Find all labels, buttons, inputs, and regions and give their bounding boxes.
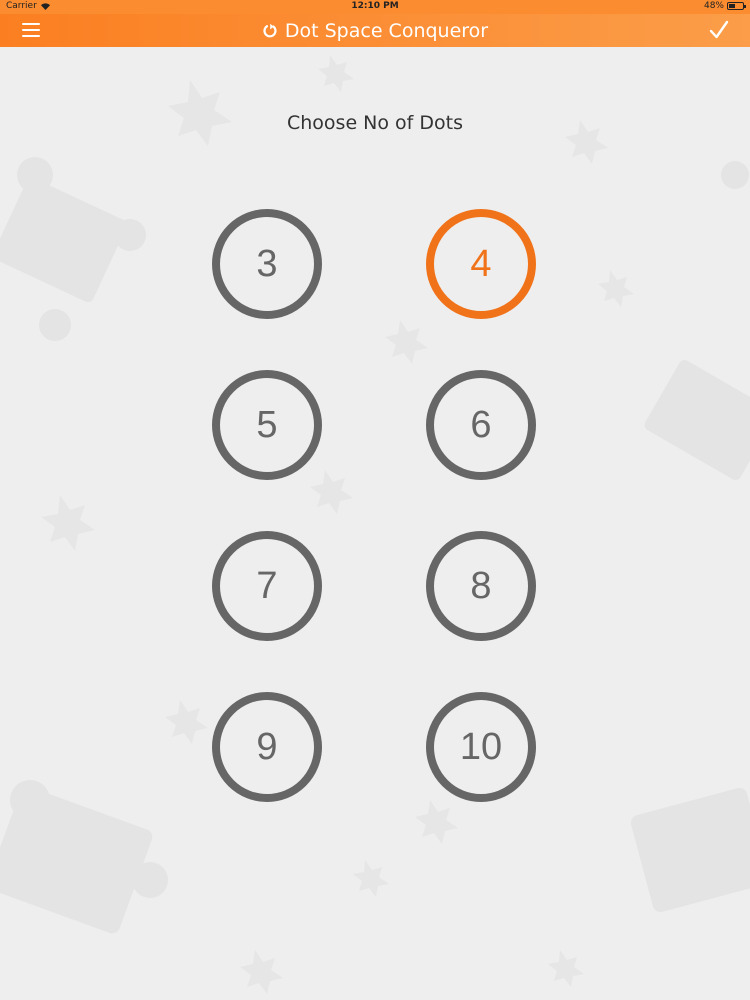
battery-info: 48% xyxy=(703,1,746,11)
dot-option-9[interactable]: 9 xyxy=(212,692,322,802)
status-bar: Carrier 12:10 PM 48% xyxy=(0,0,750,14)
app-title: Dot Space Conqueror xyxy=(0,14,750,47)
app-title-text: Dot Space Conqueror xyxy=(284,19,489,42)
battery-icon xyxy=(727,2,746,10)
dot-option-10[interactable]: 10 xyxy=(426,692,536,802)
status-time: 12:10 PM xyxy=(351,1,399,11)
dot-option-3[interactable]: 3 xyxy=(212,209,322,319)
battery-percent: 48% xyxy=(703,1,724,11)
dot-option-7[interactable]: 7 xyxy=(212,531,322,641)
dot-count-grid: 3 4 5 6 7 8 9 10 xyxy=(212,209,538,802)
dot-option-4[interactable]: 4 xyxy=(426,209,536,319)
page-heading: Choose No of Dots xyxy=(286,112,464,134)
dot-option-5[interactable]: 5 xyxy=(212,370,322,480)
nav-bar: Dot Space Conqueror xyxy=(0,14,750,47)
dot-option-6[interactable]: 6 xyxy=(426,370,536,480)
checkmark-icon[interactable] xyxy=(708,19,730,41)
dot-option-8[interactable]: 8 xyxy=(426,531,536,641)
refresh-icon xyxy=(263,23,277,37)
battery-level xyxy=(729,4,736,8)
